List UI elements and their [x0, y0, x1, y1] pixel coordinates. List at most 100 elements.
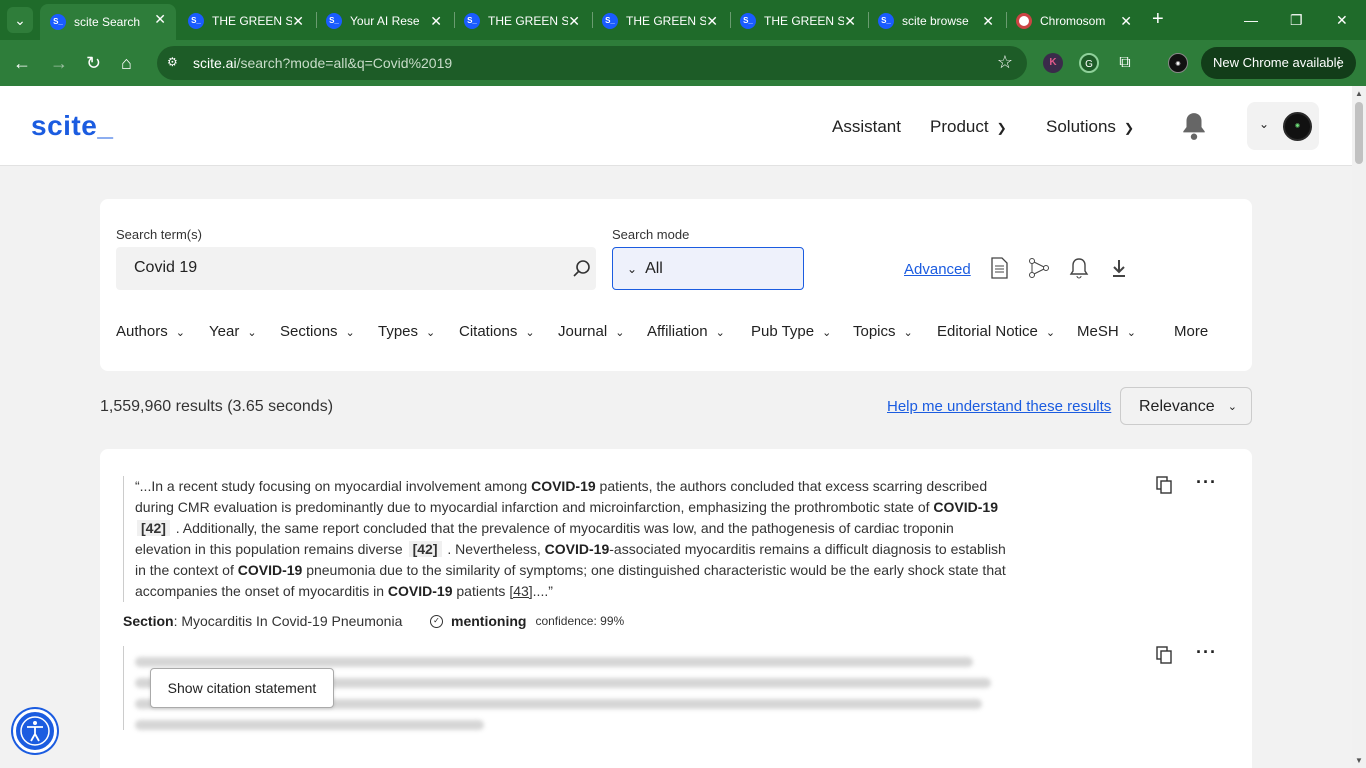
- document-icon[interactable]: [986, 255, 1012, 281]
- filter-topics[interactable]: Topics ⌄: [853, 323, 913, 340]
- scite-icon: S_: [740, 13, 756, 29]
- tab-title: Chromosom: [1040, 14, 1106, 28]
- back-icon[interactable]: ←: [13, 52, 31, 74]
- filter-journal[interactable]: Journal ⌄: [558, 323, 624, 340]
- browser-tab-8[interactable]: Chromosom ✕: [1006, 6, 1142, 36]
- tab-title: scite Search: [74, 15, 141, 29]
- filter-affiliation[interactable]: Affiliation ⌄: [647, 323, 725, 340]
- chrome-menu-icon[interactable]: ⋮: [1332, 54, 1346, 71]
- section-value: : Myocarditis In Covid-19 Pneumonia: [173, 613, 403, 629]
- copy-icon[interactable]: [1156, 646, 1172, 664]
- filter-sections[interactable]: Sections ⌄: [280, 323, 355, 340]
- keyword-highlight: COVID-19: [544, 541, 610, 557]
- tab-search-button[interactable]: ⌄: [7, 7, 33, 33]
- mentioning-icon: ✓: [430, 614, 443, 628]
- new-chrome-available-button[interactable]: New Chrome available ⋮: [1201, 47, 1356, 79]
- filter-label: Editorial Notice: [937, 323, 1038, 340]
- sort-select[interactable]: Relevance ⌄: [1120, 387, 1252, 425]
- copy-icon[interactable]: [1156, 476, 1172, 494]
- advanced-search-link[interactable]: Advanced: [904, 261, 971, 278]
- search-mode-select[interactable]: ⌄ All: [612, 247, 804, 290]
- citation-type-label: mentioning: [451, 613, 527, 629]
- home-icon[interactable]: ⌂: [121, 52, 132, 74]
- close-icon[interactable]: ✕: [292, 13, 304, 29]
- help-understand-link[interactable]: Help me understand these results: [887, 398, 1111, 415]
- nav-assistant[interactable]: Assistant: [832, 117, 901, 137]
- filter-label: Year: [209, 323, 240, 340]
- close-icon[interactable]: ✕: [706, 13, 718, 29]
- more-options-icon[interactable]: ···: [1196, 643, 1217, 661]
- scroll-thumb[interactable]: [1355, 102, 1363, 164]
- profile-avatar-icon[interactable]: ◉: [1168, 53, 1188, 73]
- more-options-icon[interactable]: ···: [1196, 473, 1217, 491]
- close-icon[interactable]: ✕: [982, 13, 994, 29]
- alert-bell-icon[interactable]: [1066, 255, 1092, 281]
- tab-title: THE GREEN S: [212, 14, 292, 28]
- search-icon[interactable]: [572, 259, 592, 279]
- filter-pub-type[interactable]: Pub Type ⌄: [751, 323, 831, 340]
- close-icon[interactable]: ✕: [154, 11, 166, 27]
- filter-label: Affiliation: [647, 323, 708, 340]
- extensions-puzzle-icon[interactable]: ⧉: [1115, 53, 1135, 73]
- forward-icon[interactable]: →: [50, 52, 68, 74]
- reference-link[interactable]: [43]: [509, 583, 532, 599]
- search-input-value: Covid 19: [134, 259, 198, 276]
- window-close-icon[interactable]: ✕: [1336, 10, 1348, 30]
- notifications-bell-icon[interactable]: [1181, 111, 1207, 141]
- minimize-icon[interactable]: —: [1244, 10, 1258, 30]
- close-icon[interactable]: ✕: [430, 13, 442, 29]
- extension-grammar-icon[interactable]: G: [1079, 53, 1099, 73]
- nav-product-label: Product: [930, 117, 989, 136]
- extension-k-icon[interactable]: K: [1043, 53, 1063, 73]
- browser-tab-4[interactable]: S_ THE GREEN S ✕: [454, 6, 590, 36]
- close-icon[interactable]: ✕: [568, 13, 580, 29]
- filter-label: Pub Type: [751, 323, 815, 340]
- nav-product[interactable]: Product ❯: [930, 117, 1007, 137]
- avatar: ◉: [1283, 112, 1312, 141]
- reference-marker[interactable]: [42]: [137, 520, 170, 536]
- filter-types[interactable]: Types ⌄: [378, 323, 435, 340]
- chevron-down-icon: ⌄: [615, 327, 625, 339]
- scroll-up-icon[interactable]: ▲: [1355, 89, 1363, 98]
- new-tab-icon[interactable]: +: [1152, 9, 1164, 29]
- browser-tab-3[interactable]: S_ Your AI Rese ✕: [316, 6, 452, 36]
- nav-solutions[interactable]: Solutions ❯: [1046, 117, 1134, 137]
- show-citation-statement-button[interactable]: Show citation statement: [150, 668, 334, 708]
- address-bar[interactable]: ⚙ scite.ai/search?mode=all&q=Covid%2019 …: [157, 46, 1027, 80]
- close-icon[interactable]: ✕: [844, 13, 856, 29]
- site-info-icon[interactable]: ⚙: [167, 55, 183, 71]
- scite-logo[interactable]: scite_: [31, 110, 113, 142]
- scroll-down-icon[interactable]: ▼: [1355, 756, 1363, 765]
- chevron-down-icon: ❯: [996, 121, 1007, 135]
- profile-menu-button[interactable]: ⌄ ◉: [1247, 102, 1319, 150]
- url-text[interactable]: scite.ai/search?mode=all&q=Covid%2019: [193, 55, 452, 71]
- reference-marker[interactable]: [42]: [408, 541, 442, 557]
- close-icon[interactable]: ✕: [1120, 13, 1132, 29]
- download-icon[interactable]: [1106, 255, 1132, 281]
- citation-graph-icon[interactable]: [1026, 255, 1052, 281]
- tab-title: THE GREEN S: [764, 14, 844, 28]
- accessibility-button[interactable]: [13, 709, 57, 753]
- site-header: scite_ Assistant Product ❯ Solutions ❯ ⌄ ◉: [0, 86, 1352, 166]
- page-scrollbar[interactable]: ▲ ▼: [1352, 86, 1366, 768]
- browser-tab-6[interactable]: S_ THE GREEN S ✕: [730, 6, 866, 36]
- blurred-line: [135, 657, 974, 667]
- filter-authors[interactable]: Authors ⌄: [116, 323, 185, 340]
- restore-icon[interactable]: ❐: [1290, 10, 1303, 30]
- chevron-down-icon: ⌄: [903, 327, 913, 339]
- filter-editorial-notice[interactable]: Editorial Notice ⌄: [937, 323, 1055, 340]
- browser-tab-7[interactable]: S_ scite browse ✕: [868, 6, 1004, 36]
- chevron-down-icon: ⌄: [627, 262, 638, 276]
- filter-citations[interactable]: Citations ⌄: [459, 323, 535, 340]
- browser-tab-1[interactable]: S_ scite Search ✕: [40, 4, 176, 40]
- tab-title: THE GREEN S: [626, 14, 706, 28]
- filter-mesh[interactable]: MeSH ⌄: [1077, 323, 1136, 340]
- browser-tab-2[interactable]: S_ THE GREEN S ✕: [178, 6, 314, 36]
- browser-tab-5[interactable]: S_ THE GREEN S ✕: [592, 6, 728, 36]
- search-input[interactable]: Covid 19: [116, 247, 596, 290]
- bookmark-star-icon[interactable]: ☆: [997, 52, 1013, 73]
- filter-year[interactable]: Year ⌄: [209, 323, 257, 340]
- result-actions: ···: [1156, 643, 1228, 666]
- filter-more[interactable]: More: [1174, 323, 1208, 340]
- reload-icon[interactable]: ↻: [86, 52, 101, 74]
